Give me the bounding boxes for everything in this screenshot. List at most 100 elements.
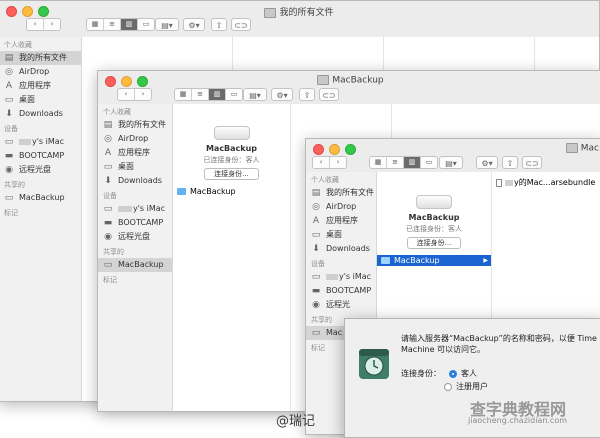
sidebar-item-imac[interactable]: ▭ y's iMac bbox=[306, 270, 376, 284]
sidebar-item-imac[interactable]: ▭ y's iMac bbox=[98, 202, 172, 216]
toolbar: ‹ › ▦ ≡ ▥ ▭ ▤▾ ⚙▾ ⇧ ⊂⊃ bbox=[98, 88, 600, 104]
server-info: MacBackup 已连接身份：客人 连接身份... bbox=[377, 195, 491, 249]
share-button[interactable]: ⇧ bbox=[299, 88, 315, 101]
sidebar-item-remote-disc[interactable]: ◉ 远程光盘 bbox=[98, 230, 172, 244]
share-button[interactable]: ⇧ bbox=[211, 18, 227, 31]
sidebar-item-remote-disc[interactable]: ◉ 远程光 bbox=[306, 298, 376, 312]
sidebar-item-all-files[interactable]: ▤ 我的所有文件 bbox=[0, 51, 81, 65]
sidebar-item-applications[interactable]: A 应用程序 bbox=[98, 146, 172, 160]
action-gear-button[interactable]: ⚙▾ bbox=[476, 156, 498, 169]
column-view-button[interactable]: ▥ bbox=[209, 89, 226, 100]
author-watermark: @瑞记 bbox=[276, 414, 316, 429]
imac-icon: ▭ bbox=[311, 272, 321, 282]
applications-icon: A bbox=[104, 148, 112, 158]
sidebar-item-remote-disc[interactable]: ◉ 远程光盘 bbox=[0, 163, 81, 177]
downloads-icon: ⬇ bbox=[104, 176, 112, 186]
tags-button[interactable]: ⊂⊃ bbox=[231, 18, 251, 31]
sidebar-item-downloads[interactable]: ⬇ Downloads bbox=[0, 107, 81, 121]
column-view-button[interactable]: ▥ bbox=[121, 19, 138, 30]
connect-as-button[interactable]: 连接身份... bbox=[406, 237, 462, 249]
sidebar-item-applications[interactable]: A 应用程序 bbox=[0, 79, 81, 93]
sidebar-item-airdrop[interactable]: ◎ AirDrop bbox=[0, 65, 81, 79]
tags-button[interactable]: ⊂⊃ bbox=[319, 88, 339, 101]
sidebar-item-applications[interactable]: A 应用程序 bbox=[306, 214, 376, 228]
sidebar-item-downloads[interactable]: ⬇ Downloads bbox=[98, 174, 172, 188]
arrange-button[interactable]: ▤▾ bbox=[243, 88, 267, 101]
back-button[interactable]: ‹ bbox=[313, 157, 330, 168]
list-view-button[interactable]: ≡ bbox=[192, 89, 209, 100]
tags-button[interactable]: ⊂⊃ bbox=[522, 156, 542, 169]
list-view-button[interactable]: ≡ bbox=[104, 19, 121, 30]
sidebar-item-desktop[interactable]: ▭ 桌面 bbox=[306, 228, 376, 242]
guest-radio[interactable] bbox=[449, 369, 457, 378]
sidebar: 个人收藏 ▤ 我的所有文件 ◎ AirDrop A 应用程序 ▭ 桌面 ⬇ Downloa… bbox=[98, 104, 173, 411]
forward-button[interactable]: › bbox=[330, 157, 346, 168]
connection-status: 已连接身份：客人 bbox=[203, 156, 260, 164]
remote-disc-icon: ◉ bbox=[312, 300, 320, 310]
connection-status: 已连接身份：客人 bbox=[406, 225, 462, 233]
arrange-button[interactable]: ▤▾ bbox=[439, 156, 463, 169]
dialog-message: 请输入服务器“MacBackup”的名称和密码，以便 Time Machine … bbox=[401, 334, 597, 354]
sidebar-item-imac[interactable]: ▭ y's iMac bbox=[0, 135, 81, 149]
back-button[interactable]: ‹ bbox=[118, 89, 135, 100]
airdrop-icon: ◎ bbox=[5, 67, 13, 77]
time-machine-icon bbox=[359, 349, 389, 379]
close-button[interactable] bbox=[313, 144, 324, 155]
sidebar-item-airdrop[interactable]: ◎ AirDrop bbox=[306, 200, 376, 214]
view-mode-buttons: ▦ ≡ ▥ ▭ bbox=[369, 156, 438, 169]
sidebar-item-bootcamp[interactable]: ▬ BOOTCAMP bbox=[0, 149, 81, 163]
server-info: MacBackup 已连接身份：客人 连接身份... bbox=[173, 126, 290, 180]
sidebar-item-all-files[interactable]: ▤ 我的所有文件 bbox=[98, 118, 172, 132]
all-files-icon: ▤ bbox=[311, 188, 321, 198]
server-icon bbox=[213, 126, 250, 140]
remote-disc-icon: ◉ bbox=[5, 165, 13, 175]
sidebar-item-all-files[interactable]: ▤ 我的所有文件 bbox=[306, 186, 376, 200]
icon-view-button[interactable]: ▦ bbox=[370, 157, 387, 168]
toolbar: ‹ › ▦ ≡ ▥ ▭ ▤▾ ⚙▾ ⇧ ⊂⊃ bbox=[306, 156, 600, 172]
shared-header: 共享的 bbox=[4, 181, 25, 189]
back-forward-buttons: ‹ › bbox=[26, 18, 61, 31]
sidebar-item-airdrop[interactable]: ◎ AirDrop bbox=[98, 132, 172, 146]
icon-view-button[interactable]: ▦ bbox=[87, 19, 104, 30]
forward-button[interactable]: › bbox=[44, 19, 60, 30]
favorites-header: 个人收藏 bbox=[311, 176, 339, 184]
registered-user-radio[interactable] bbox=[444, 382, 452, 391]
list-item[interactable]: MacBackup bbox=[173, 186, 290, 197]
list-item[interactable]: MacBackup ▶ bbox=[377, 255, 491, 266]
coverflow-view-button[interactable]: ▭ bbox=[226, 89, 242, 100]
registered-user-row: 注册用户 bbox=[444, 381, 488, 392]
sidebar-item-macbackup[interactable]: ▭ MacBackup bbox=[98, 258, 172, 272]
icon-view-button[interactable]: ▦ bbox=[175, 89, 192, 100]
list-item[interactable]: y的Mac...arsebundle bbox=[492, 177, 600, 188]
imac-icon: ▭ bbox=[103, 204, 113, 214]
action-gear-button[interactable]: ⚙▾ bbox=[183, 18, 205, 31]
forward-button[interactable]: › bbox=[135, 89, 151, 100]
zoom-button[interactable] bbox=[345, 144, 356, 155]
window-title: 我的所有文件 bbox=[0, 5, 599, 18]
sidebar-item-macbackup[interactable]: ▭ MacBackup bbox=[0, 191, 81, 205]
coverflow-view-button[interactable]: ▭ bbox=[421, 157, 437, 168]
coverflow-view-button[interactable]: ▭ bbox=[138, 19, 154, 30]
sidebar-item-bootcamp[interactable]: ▬ BOOTCAMP bbox=[98, 216, 172, 230]
titlebar: Mac ‹ › ▦ ≡ ▥ ▭ ▤▾ ⚙▾ ⇧ ⊂⊃ bbox=[306, 139, 600, 172]
sidebar-item-desktop[interactable]: ▭ 桌面 bbox=[0, 93, 81, 107]
sidebar-item-downloads[interactable]: ⬇ Downloads bbox=[306, 242, 376, 256]
guest-radio-label: 客人 bbox=[461, 369, 477, 378]
list-view-button[interactable]: ≡ bbox=[387, 157, 404, 168]
window-title: Mac bbox=[565, 143, 599, 154]
action-gear-button[interactable]: ⚙▾ bbox=[271, 88, 293, 101]
server-icon: ▭ bbox=[311, 328, 321, 338]
arrange-button[interactable]: ▤▾ bbox=[155, 18, 179, 31]
sidebar-item-desktop[interactable]: ▭ 桌面 bbox=[98, 160, 172, 174]
minimize-button[interactable] bbox=[329, 144, 340, 155]
share-button[interactable]: ⇧ bbox=[502, 156, 518, 169]
connect-as-button[interactable]: 连接身份... bbox=[204, 168, 259, 180]
sidebar: 个人收藏 ▤ 我的所有文件 ◎ AirDrop A 应用程序 ▭ 桌面 ⬇ Downloa… bbox=[0, 37, 82, 401]
column-view-button[interactable]: ▥ bbox=[404, 157, 421, 168]
connect-as-label: 连接身份： bbox=[401, 369, 441, 378]
titlebar: MacBackup ‹ › ▦ ≡ ▥ ▭ ▤▾ ⚙▾ ⇧ ⊂⊃ bbox=[98, 71, 600, 104]
back-button[interactable]: ‹ bbox=[27, 19, 44, 30]
folder-icon bbox=[177, 188, 186, 195]
devices-header: 设备 bbox=[311, 260, 325, 268]
sidebar-item-bootcamp[interactable]: ▬ BOOTCAMP bbox=[306, 284, 376, 298]
